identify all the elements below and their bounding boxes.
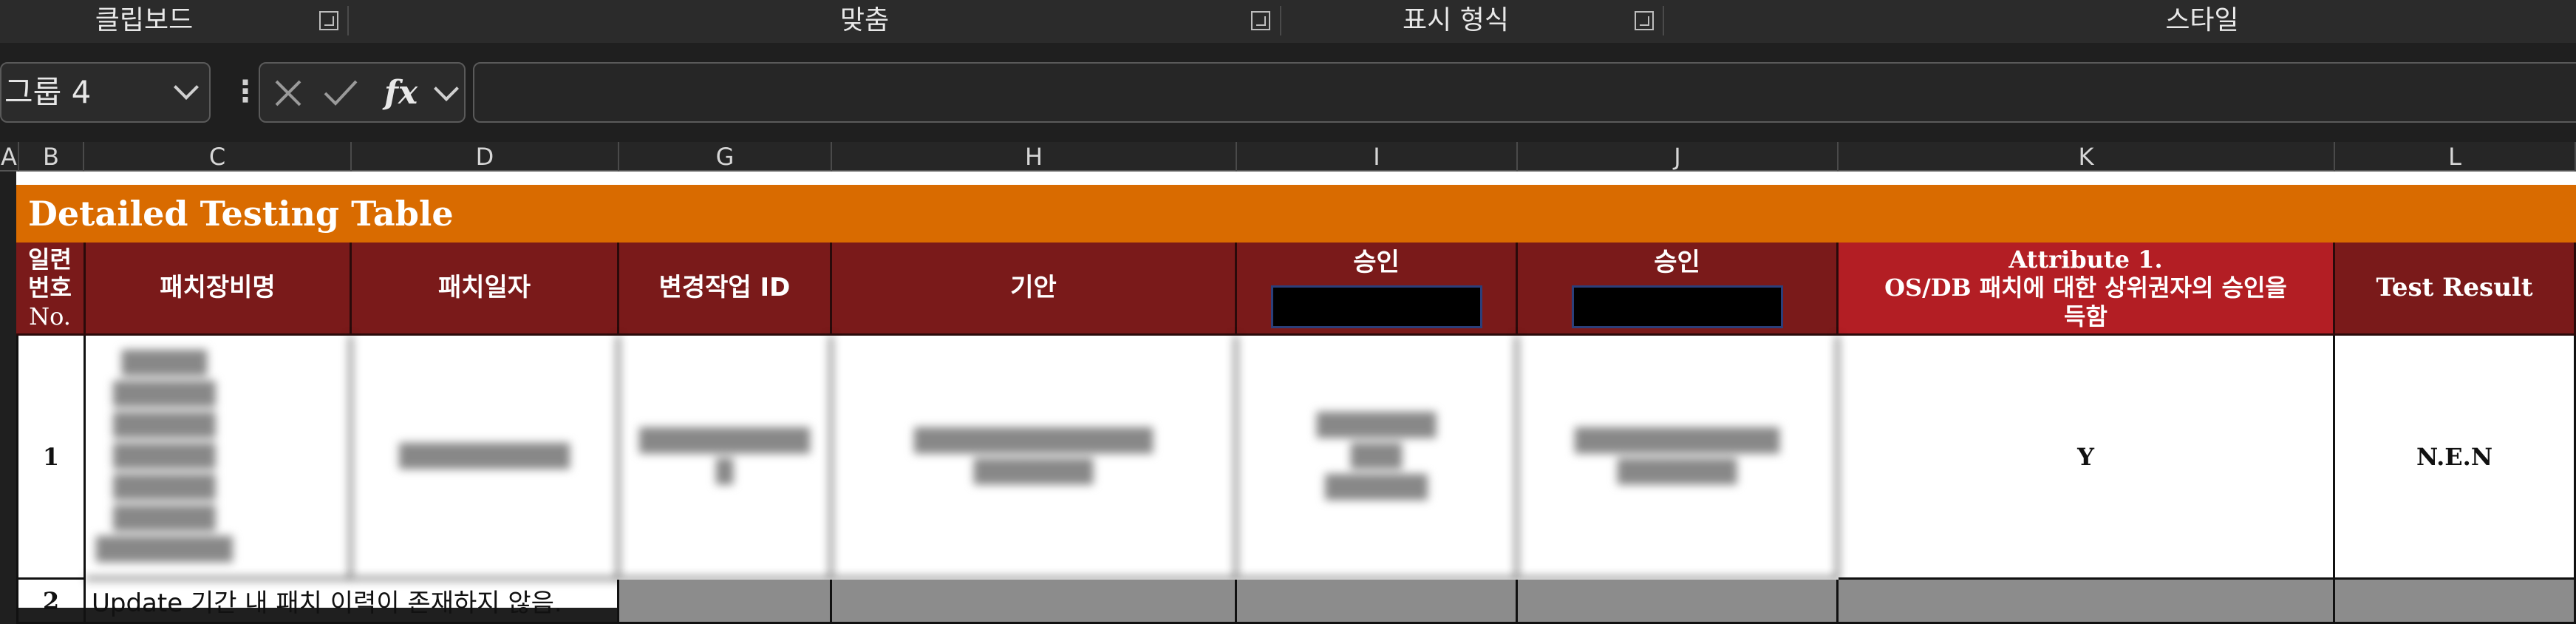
more-options-icon[interactable]: ⋮ [231,71,260,112]
blurred-text: ██████████ [399,443,570,469]
header-serial-line1: 일련 [28,245,72,274]
column-header-i[interactable]: I [1237,142,1518,172]
column-header-c[interactable]: C [84,142,352,172]
header-device-label: 패치장비명 [160,273,276,303]
header-date-label: 패치일자 [437,273,531,303]
ribbon-group-clipboard: 클립보드 [95,5,194,35]
header-test-result[interactable]: Test Result [2335,243,2576,336]
header-test-result-label: Test Result [2376,273,2533,303]
header-patch-date[interactable]: 패치일자 [352,243,619,336]
header-attribute-line2: OS/DB 패치에 대한 상위권자의 승인을 [1884,274,2287,302]
number-format-dialog-launcher-icon[interactable] [1635,11,1654,30]
ribbon-group-alignment: 맞춤 [839,5,890,35]
column-header-b[interactable]: B [19,142,84,172]
ribbon-separator [1280,6,1281,35]
clipboard-dialog-launcher-icon[interactable] [319,11,338,30]
row2-filled-cell[interactable] [1237,580,1518,624]
chevron-down-icon[interactable] [434,76,459,101]
column-header-d[interactable]: D [352,142,619,172]
alignment-dialog-launcher-icon[interactable] [1251,11,1270,30]
row2-filled-cell[interactable] [619,580,832,624]
row1-attribute-cell[interactable]: Y [1839,336,2335,580]
header-draft-label: 기안 [1010,273,1057,303]
header-draft[interactable]: 기안 [832,243,1237,336]
name-box[interactable]: 그룹 4 [0,62,211,123]
row2-filled-cell[interactable] [1839,580,2335,624]
header-approval-1-label: 승인 [1353,248,1400,278]
row1-serial-cell[interactable]: 1 [16,336,86,580]
blurred-text: █████ ██████ ██████ ██████ ██████ ██████ █████… [96,350,233,563]
header-attribute-line3: 득함 [2064,302,2108,330]
header-approval-1[interactable]: 승인 [1237,243,1518,336]
column-header-k[interactable]: K [1839,142,2335,172]
redacted-block [1270,285,1482,328]
row1-draft-cell-redacted[interactable]: ██████████████ ███████ [832,336,1237,580]
table-title[interactable]: Detailed Testing Table [16,185,2576,243]
column-header-j[interactable]: J [1518,142,1839,172]
header-approval-2[interactable]: 승인 [1518,243,1839,336]
header-serial-number[interactable]: 일련 번호 No. [16,243,86,336]
row2-serial-cell[interactable]: 2 [16,580,86,624]
row1-approval-2-cell-redacted[interactable]: ████████████ ███████ [1518,336,1839,580]
close-icon[interactable] [273,78,303,108]
ribbon-group-number-format: 표시 형식 [1403,5,1509,35]
ribbon-group-styles: 스타일 [2165,5,2239,35]
chevron-down-icon[interactable] [174,75,199,100]
header-serial-line2: 번호 [28,274,72,302]
blurred-text: ███████ ███ ██████ [1316,412,1437,501]
column-header-g[interactable]: G [619,142,832,172]
header-device-name[interactable]: 패치장비명 [86,243,352,336]
row1-test-result-cell[interactable]: N.E.N [2335,336,2576,580]
row1-date-cell-redacted[interactable]: ██████████ [352,336,619,580]
formula-actions: fx [259,62,466,123]
header-approval-2-label: 승인 [1654,248,1700,278]
sheet-left-margin [0,172,16,608]
name-box-value: 그룹 4 [4,74,92,110]
header-attribute-line1: Attribute 1. [2008,245,2163,274]
header-change-id[interactable]: 변경작업 ID [619,243,832,336]
column-header-l[interactable]: L [2335,142,2576,172]
column-header-a[interactable]: A [0,142,19,172]
row1-device-cell-redacted[interactable]: █████ ██████ ██████ ██████ ██████ ██████ █████… [86,336,352,580]
formula-input[interactable] [473,62,2576,123]
ribbon-separator [347,6,349,35]
header-attribute-1[interactable]: Attribute 1. OS/DB 패치에 대한 상위권자의 승인을 득함 [1839,243,2335,336]
header-serial-line3: No. [29,302,71,330]
ribbon-separator [1663,6,1664,35]
row2-note-cell[interactable]: Update 기간 내 패치 이력이 존재하지 않음. [86,580,619,624]
column-header-h[interactable]: H [832,142,1237,172]
row1-change-id-cell-redacted[interactable]: ██████████ █ [619,336,832,580]
blurred-text: ██████████ █ [639,427,810,485]
header-change-id-label: 변경작업 ID [658,273,791,303]
check-icon[interactable] [322,78,359,108]
row1-approval-1-cell-redacted[interactable]: ███████ ███ ██████ [1237,336,1518,580]
insert-function-icon[interactable]: fx [384,71,418,115]
blurred-text: ██████████████ ███████ [914,427,1153,485]
row2-filled-cell[interactable] [832,580,1237,624]
redacted-block [1571,285,1783,328]
blurred-text: ████████████ ███████ [1575,427,1779,485]
row2-filled-cell[interactable] [1518,580,1839,624]
row2-filled-cell[interactable] [2335,580,2576,624]
